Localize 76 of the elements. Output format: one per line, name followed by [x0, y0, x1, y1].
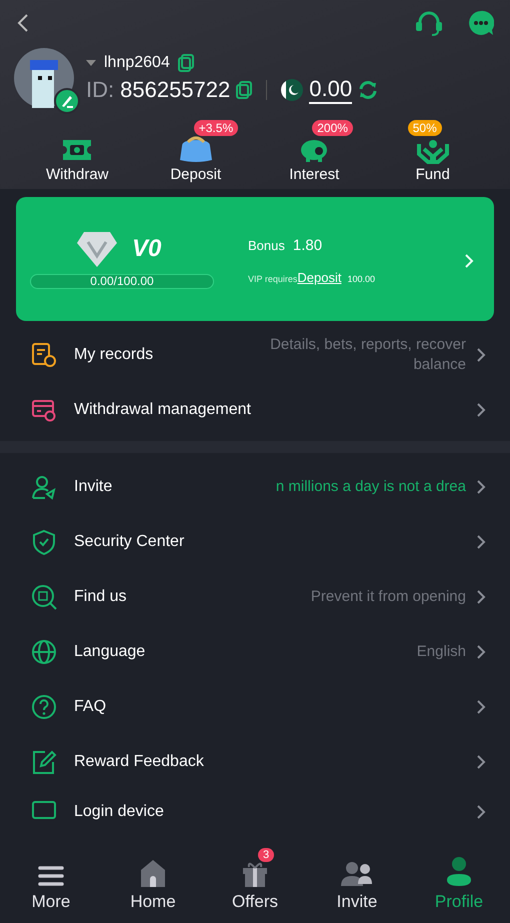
menu-label: Login device	[74, 802, 164, 820]
edit-icon[interactable]	[54, 88, 80, 114]
menu-label: Reward Feedback	[74, 752, 204, 770]
menu-label: Language	[74, 642, 146, 660]
menu-label: Invite	[74, 478, 112, 496]
count-badge: 3	[258, 848, 274, 862]
menu-item[interactable]: Reward Feedback	[0, 734, 510, 789]
progress-text: 0.00/100.00	[90, 274, 154, 288]
vip-level: V0	[132, 234, 162, 262]
chevron-icon	[476, 346, 486, 362]
headset-icon[interactable]	[414, 9, 444, 37]
bonus-badge: +3.5%	[194, 120, 238, 136]
menu-label: FAQ	[74, 698, 106, 716]
diamond-icon	[76, 230, 118, 268]
menu-icon	[37, 864, 65, 888]
edit-icon	[31, 748, 57, 774]
menu-detail: Prevent it from opening	[310, 586, 466, 606]
user-add-icon	[31, 474, 57, 500]
document-icon	[31, 342, 57, 368]
chat-icon[interactable]	[468, 10, 494, 36]
deposit-button[interactable]: +3.5% Deposit	[144, 118, 248, 183]
bonus-label: Bonus	[248, 238, 285, 253]
chevron-icon	[476, 478, 486, 494]
globe-icon	[31, 638, 57, 664]
menu-label: My records	[74, 346, 154, 364]
required-amount: 100.00	[347, 274, 375, 284]
menu-detail: Details, bets, reports, recover balance	[269, 335, 466, 374]
bonus-badge: 50%	[408, 120, 442, 136]
menu-item[interactable]: Find us Prevent it from opening	[0, 569, 510, 624]
bonus-badge: 200%	[312, 120, 353, 136]
nav-tab[interactable]: Home	[108, 846, 198, 912]
chevron-icon	[476, 804, 486, 820]
user-id: 856255722	[120, 77, 230, 103]
shield-icon	[31, 528, 57, 554]
bonus-value: 1.80	[292, 237, 322, 254]
menu-item[interactable]: Invite n millions a day is not a drea	[0, 459, 510, 514]
chevron-icon	[476, 534, 486, 550]
menu-item[interactable]: Language English	[0, 624, 510, 679]
menu-item[interactable]: My records Details, bets, reports, recover balance	[0, 327, 510, 382]
chevron-icon	[476, 402, 486, 418]
chevron-icon	[476, 698, 486, 714]
refresh-icon[interactable]	[358, 80, 378, 100]
users-icon	[340, 860, 374, 888]
flag-icon	[281, 79, 304, 101]
menu-item[interactable]: FAQ	[0, 679, 510, 734]
menu-label: Find us	[74, 588, 126, 606]
search-icon	[31, 584, 57, 610]
person-icon	[444, 856, 474, 888]
help-icon	[31, 694, 57, 720]
copy-icon[interactable]	[178, 54, 194, 72]
house-icon	[138, 858, 168, 888]
menu-detail: English	[416, 642, 466, 662]
withdraw-button[interactable]: Withdraw	[25, 118, 130, 183]
nav-tab[interactable]: Invite	[312, 846, 402, 912]
menu-label: Security Center	[74, 532, 184, 550]
interest-button[interactable]: 200% Interest	[262, 118, 366, 183]
copy-icon[interactable]	[236, 81, 252, 99]
menu-item[interactable]: Withdrawal management	[0, 382, 510, 437]
nav-tab[interactable]: More	[6, 846, 96, 912]
nav-tab[interactable]: Profile	[414, 846, 504, 912]
dropdown-icon[interactable]	[86, 59, 96, 67]
username: lhnp2604	[104, 54, 170, 72]
menu-item[interactable]: Login device	[0, 789, 510, 834]
balance[interactable]: 0.00	[309, 76, 352, 104]
chevron-icon	[464, 253, 474, 269]
menu-detail: n millions a day is not a drea	[276, 476, 466, 496]
chevron-icon	[476, 644, 486, 660]
fund-button[interactable]: 50% Fund	[380, 118, 485, 183]
id-label: ID:	[86, 77, 114, 103]
chevron-icon	[476, 588, 486, 604]
vip-requirement: VIP requires	[248, 274, 298, 284]
menu-item[interactable]: Security Center	[0, 514, 510, 569]
back-icon[interactable]	[16, 13, 30, 33]
menu-label: Withdrawal management	[74, 400, 251, 418]
chevron-icon	[476, 754, 486, 770]
nav-tab[interactable]: 3 Offers	[210, 846, 300, 912]
